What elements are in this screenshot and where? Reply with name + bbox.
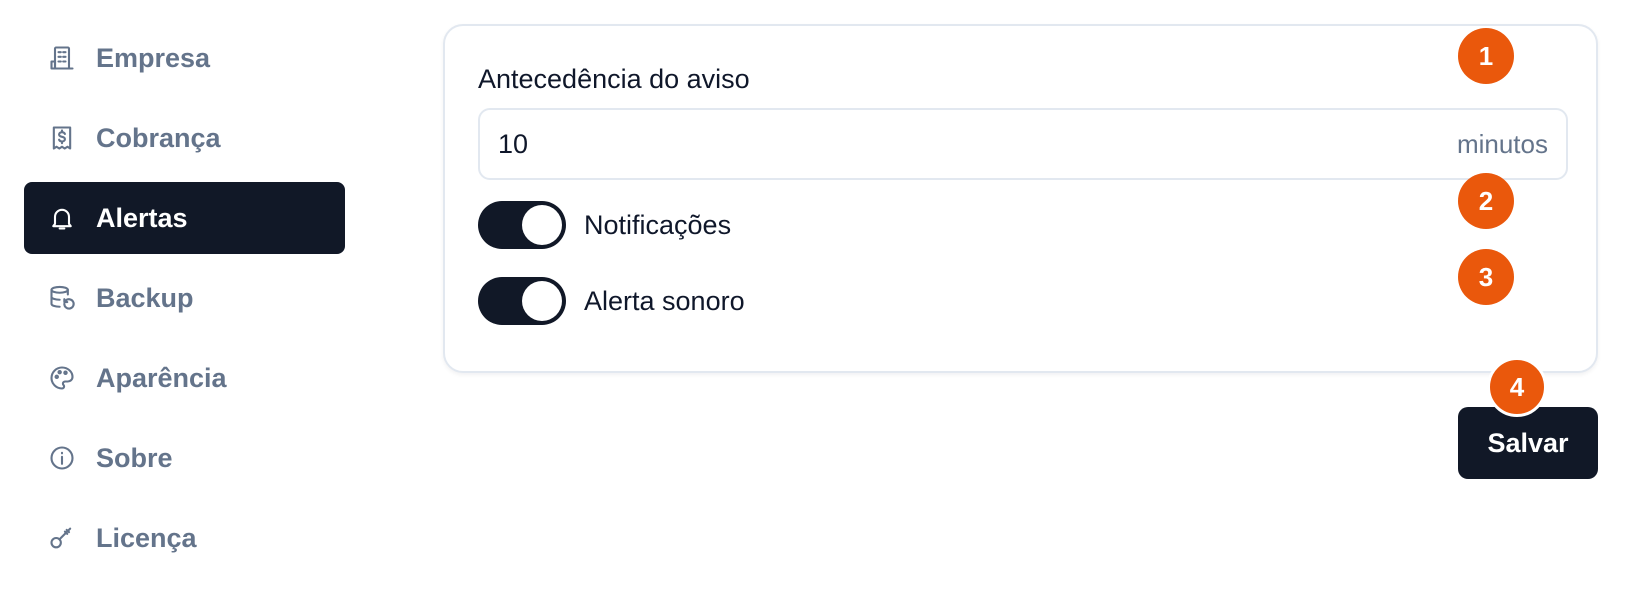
annotation-badge-3: 3 — [1458, 249, 1514, 305]
sidebar-item-label: Alertas — [96, 202, 188, 233]
sidebar-item-alertas[interactable]: Alertas — [24, 182, 345, 254]
sidebar-item-label: Backup — [96, 282, 194, 313]
bell-icon — [48, 204, 76, 232]
sidebar-item-aparencia[interactable]: Aparência — [24, 342, 345, 414]
notifications-row: Notificações — [478, 201, 731, 249]
sidebar-item-backup[interactable]: Backup — [24, 262, 345, 334]
notifications-toggle[interactable] — [478, 201, 566, 249]
info-icon — [48, 444, 76, 472]
sidebar-item-label: Licença — [96, 522, 197, 553]
sidebar-item-licenca[interactable]: Licença — [24, 502, 345, 574]
annotation-badge-4: 4 — [1487, 357, 1547, 417]
alerts-settings-card: Antecedência do aviso minutos Notificaçõ… — [443, 24, 1598, 373]
annotation-badge-2: 2 — [1458, 173, 1514, 229]
sound-alert-row: Alerta sonoro — [478, 277, 745, 325]
database-restore-icon — [48, 284, 76, 312]
sidebar-item-sobre[interactable]: Sobre — [24, 422, 345, 494]
toggle-knob — [522, 281, 562, 321]
sidebar-item-label: Empresa — [96, 42, 211, 73]
advance-notice-label: Antecedência do aviso — [478, 64, 750, 94]
advance-notice-field[interactable]: minutos — [478, 108, 1568, 180]
settings-sidebar: Empresa Cobrança Alertas Backup Aparênci… — [24, 22, 345, 582]
sidebar-item-label: Cobrança — [96, 122, 221, 153]
sidebar-item-cobranca[interactable]: Cobrança — [24, 102, 345, 174]
toggle-knob — [522, 205, 562, 245]
building-icon — [48, 44, 76, 72]
palette-icon — [48, 364, 76, 392]
receipt-icon — [48, 124, 76, 152]
sidebar-item-empresa[interactable]: Empresa — [24, 22, 345, 94]
annotation-badge-1: 1 — [1458, 28, 1514, 84]
sidebar-item-label: Sobre — [96, 442, 173, 473]
sound-alert-toggle[interactable] — [478, 277, 566, 325]
sound-alert-label: Alerta sonoro — [584, 285, 745, 316]
advance-notice-input[interactable] — [498, 128, 698, 160]
sidebar-item-label: Aparência — [96, 362, 227, 393]
advance-notice-unit: minutos — [1456, 128, 1548, 159]
notifications-label: Notificações — [584, 209, 732, 240]
save-button[interactable]: Salvar — [1458, 407, 1598, 479]
key-icon — [48, 524, 76, 552]
